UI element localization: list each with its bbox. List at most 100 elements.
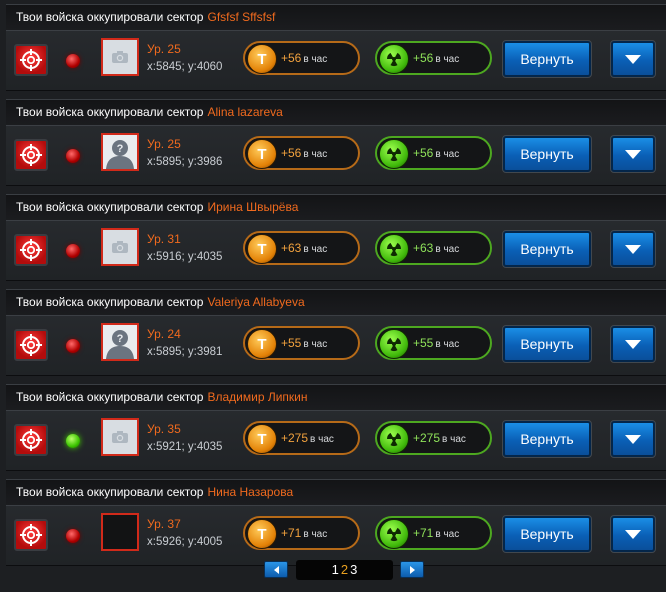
radiation-income-value: +275 bbox=[413, 431, 441, 445]
options-dropdown-button[interactable] bbox=[610, 40, 656, 78]
radiation-icon bbox=[379, 44, 409, 74]
target-icon bbox=[20, 239, 42, 261]
radiation-income: +56 в час bbox=[375, 41, 492, 75]
radiation-income: +275 в час bbox=[375, 421, 492, 455]
options-dropdown-button[interactable] bbox=[610, 515, 656, 553]
occupied-label: Твои войска оккупировали сектор bbox=[16, 105, 204, 119]
sector-card-header: Твои войска оккупировали сектор Valeriya … bbox=[6, 290, 666, 316]
return-troops-button[interactable]: Вернуть bbox=[502, 325, 592, 363]
player-level: Ур. 37 bbox=[147, 517, 181, 531]
attack-target-button[interactable] bbox=[14, 329, 48, 361]
return-troops-button[interactable]: Вернуть bbox=[502, 135, 592, 173]
pagination: 123 bbox=[0, 560, 666, 580]
sector-coordinates[interactable]: x:5921; y:4035 bbox=[147, 441, 222, 453]
radiation-income: +56 в час bbox=[375, 136, 492, 170]
sector-owner-name[interactable]: Alina lazareva bbox=[207, 105, 282, 119]
radiation-income-value: +56 bbox=[413, 51, 434, 65]
return-troops-button[interactable]: Вернуть bbox=[502, 515, 592, 553]
return-troops-button[interactable]: Вернуть bbox=[502, 230, 592, 268]
avatar[interactable] bbox=[101, 38, 139, 76]
unknown-person-icon: ? bbox=[103, 135, 137, 169]
options-dropdown-button[interactable] bbox=[610, 135, 656, 173]
per-hour-label: в час bbox=[435, 244, 460, 255]
page-number[interactable]: 2 bbox=[341, 562, 348, 577]
avatar[interactable]: ? bbox=[101, 323, 139, 361]
page-numbers: 123 bbox=[296, 560, 393, 580]
camera-icon bbox=[112, 431, 128, 443]
radiation-income-value: +56 bbox=[413, 146, 434, 160]
radiation-income-value: +63 bbox=[413, 241, 434, 255]
sector-coordinates[interactable]: x:5926; y:4005 bbox=[147, 536, 222, 548]
tech-income: T +275 в час bbox=[243, 421, 360, 455]
avatar[interactable] bbox=[101, 418, 139, 456]
attack-target-button[interactable] bbox=[14, 519, 48, 551]
avatar[interactable] bbox=[101, 513, 139, 551]
radiation-income: +71 в час bbox=[375, 516, 492, 550]
options-dropdown-button[interactable] bbox=[610, 420, 656, 458]
tech-income-value: +55 bbox=[281, 336, 302, 350]
t-coin-icon: T bbox=[247, 44, 277, 74]
return-troops-button[interactable]: Вернуть bbox=[502, 420, 592, 458]
radiation-income-value: +71 bbox=[413, 526, 434, 540]
attack-target-button[interactable] bbox=[14, 424, 48, 456]
target-icon bbox=[20, 144, 42, 166]
target-icon bbox=[20, 524, 42, 546]
prev-page-button[interactable] bbox=[264, 561, 288, 578]
sector-owner-name[interactable]: Нина Назарова bbox=[207, 485, 293, 499]
radiation-icon bbox=[379, 139, 409, 169]
target-icon bbox=[20, 49, 42, 71]
status-indicator bbox=[66, 529, 80, 543]
sector-card-header: Твои войска оккупировали сектор Нина Наза… bbox=[6, 480, 666, 506]
sector-coordinates[interactable]: x:5916; y:4035 bbox=[147, 251, 222, 263]
avatar[interactable]: ? bbox=[101, 133, 139, 171]
options-dropdown-button[interactable] bbox=[610, 230, 656, 268]
status-indicator bbox=[66, 339, 80, 353]
page-number[interactable]: 3 bbox=[350, 562, 357, 577]
sector-owner-name[interactable]: Valeriya Allabyeva bbox=[207, 295, 304, 309]
occupied-label: Твои войска оккупировали сектор bbox=[16, 200, 204, 214]
sector-owner-name[interactable]: Gfsfsf Sffsfsf bbox=[207, 10, 275, 24]
attack-target-button[interactable] bbox=[14, 44, 48, 76]
chevron-down-icon bbox=[625, 339, 641, 349]
sector-coordinates[interactable]: x:5895; y:3981 bbox=[147, 346, 222, 358]
t-coin-icon: T bbox=[247, 329, 277, 359]
avatar[interactable] bbox=[101, 228, 139, 266]
chevron-down-icon bbox=[625, 244, 641, 254]
sector-coordinates[interactable]: x:5895; y:3986 bbox=[147, 156, 222, 168]
occupied-label: Твои войска оккупировали сектор bbox=[16, 295, 204, 309]
chevron-down-icon bbox=[625, 149, 641, 159]
sector-owner-name[interactable]: Владимир Липкин bbox=[207, 390, 307, 404]
t-coin-icon: T bbox=[247, 234, 277, 264]
chevron-down-icon bbox=[625, 529, 641, 539]
tech-income: T +56 в час bbox=[243, 136, 360, 170]
radiation-icon bbox=[379, 519, 409, 549]
unknown-person-icon: ? bbox=[103, 325, 137, 359]
radiation-income: +55 в час bbox=[375, 326, 492, 360]
sector-coordinates[interactable]: x:5845; y:4060 bbox=[147, 61, 222, 73]
options-dropdown-button[interactable] bbox=[610, 325, 656, 363]
status-indicator bbox=[66, 434, 80, 448]
per-hour-label: в час bbox=[303, 339, 328, 350]
next-page-button[interactable] bbox=[400, 561, 424, 578]
tech-income: T +55 в час bbox=[243, 326, 360, 360]
sector-owner-name[interactable]: Ирина Швырёва bbox=[207, 200, 298, 214]
player-level: Ур. 35 bbox=[147, 422, 181, 436]
chevron-down-icon bbox=[625, 54, 641, 64]
player-level: Ур. 25 bbox=[147, 137, 181, 151]
per-hour-label: в час bbox=[303, 54, 328, 65]
target-icon bbox=[20, 334, 42, 356]
tech-income-value: +56 bbox=[281, 51, 302, 65]
per-hour-label: в час bbox=[310, 434, 334, 445]
status-indicator bbox=[66, 54, 80, 68]
attack-target-button[interactable] bbox=[14, 234, 48, 266]
status-indicator bbox=[66, 244, 80, 258]
attack-target-button[interactable] bbox=[14, 139, 48, 171]
tech-income-value: +63 bbox=[281, 241, 302, 255]
tech-income-value: +275 bbox=[281, 431, 309, 445]
sector-card: Твои войска оккупировали сектор Нина Наза… bbox=[6, 479, 666, 566]
per-hour-label: в час bbox=[303, 244, 328, 255]
t-coin-icon: T bbox=[247, 139, 277, 169]
page-number[interactable]: 1 bbox=[332, 562, 339, 577]
return-troops-button[interactable]: Вернуть bbox=[502, 40, 592, 78]
player-level: Ур. 24 bbox=[147, 327, 181, 341]
